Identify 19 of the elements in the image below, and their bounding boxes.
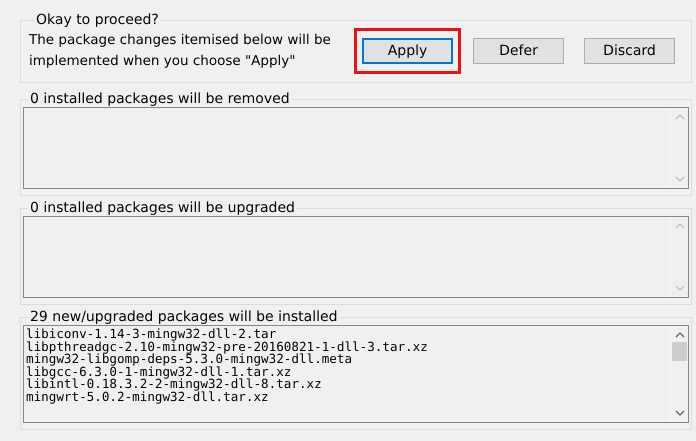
package-entry[interactable]: mingw32-libgomp-deps-5.3.0-mingw32-dll.meta — [26, 353, 668, 366]
package-entry[interactable]: libintl-0.18.3.2-2-mingw32-dll-8.tar.xz — [26, 378, 668, 391]
scrollbar[interactable] — [670, 326, 688, 422]
group-title: Okay to proceed? — [35, 12, 160, 28]
package-list[interactable] — [23, 325, 689, 423]
dialog-button[interactable]: Defer — [473, 38, 564, 64]
package-entry[interactable]: libgcc-6.3.0-1-mingw32-dll-1.tar.xz — [26, 366, 668, 378]
package-entry[interactable]: mingwrt-5.0.2-mingw32-dll.tar.xz — [26, 390, 668, 404]
group-title: 0 installed packages will be removed — [29, 91, 291, 107]
dialog-button[interactable]: Discard — [584, 38, 675, 64]
scroll-up-icon[interactable] — [674, 332, 684, 338]
package-entry[interactable]: libpthreadgc-2.10-mingw32-pre-20160821-1-dll-3.tar.xz — [26, 340, 668, 354]
scroll-down-icon[interactable] — [674, 410, 684, 416]
dialog-button[interactable]: Apply — [362, 38, 453, 64]
scroll-thumb[interactable] — [672, 342, 687, 361]
group-title: 29 new/upgraded packages will be installed — [29, 309, 339, 325]
message-text: The package changes itemised below will be implemented when you choose "Apply" — [29, 31, 332, 71]
group-title: 0 installed packages will be upgraded — [29, 200, 296, 216]
package-entry[interactable]: libiconv-1.14-3-mingw32-dll-2.tar — [26, 328, 668, 341]
